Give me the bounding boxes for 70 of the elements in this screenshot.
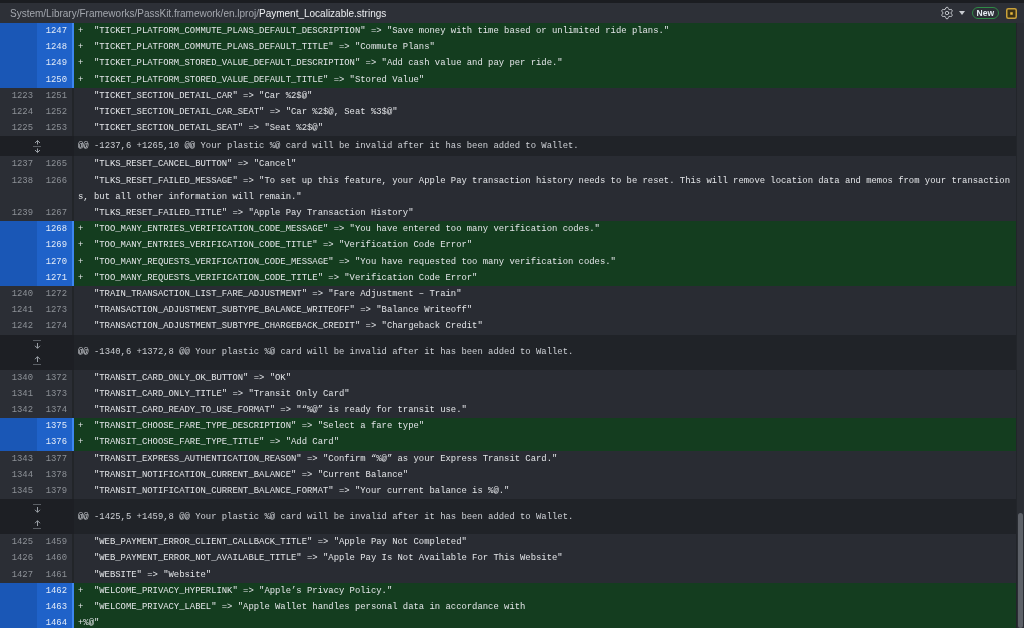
new-line-number: 1375 [37,418,74,435]
code-text: "TRANSIT_CARD_READY_TO_USE_FORMAT" => "“%@” is ready for transit use." [93,405,467,416]
code-text: "TICKET_PLATFORM_COMMUTE_PLANS_DEFAULT_TITLE" => "Commute Plans" [93,42,435,53]
plus-marker: + [78,584,85,598]
code-text: "TOO_MANY_ENTRIES_VERIFICATION_CODE_MESSAGE" => "You have entered too many verification codes." [93,224,600,235]
code-text: "TLKS_RESET_CANCEL_BUTTON" => "Cancel" [93,159,297,170]
caret-icon [958,11,965,15]
code-text: "WEBSITE" => "Website" [93,569,212,580]
hunk-header-text: @@ -1340,6 +1372,8 @@ Your plastic %@ card will be invalid after it has been added to Wallet. [78,347,574,358]
new-line-number: 1269 [37,237,74,254]
code-text: "TRANSIT_CHOOSE_FARE_TYPE_TITLE" => "Add Card" [93,437,339,448]
settings-button[interactable] [939,6,965,20]
plus-marker: + [78,25,85,38]
arrow-up-icon[interactable] [32,355,42,365]
new-line-number: 1376 [37,434,74,451]
code-text: "TLKS_RESET_FAILED_MESSAGE" => "To set up this feature, your Apple Pay transaction history needs to be reset. This will remove location data and memos from your transactions, but all other information will remain." [78,175,1011,202]
plus-marker: + [78,436,85,450]
code-text: "WELCOME_PRIVACY_HYPERLINK" => "Apple’s Privacy Policy." [93,585,393,596]
code-text: "TICKET_SECTION_DETAIL_CAR" => "Car %2$@" [93,90,313,101]
plus-marker: + [78,255,85,269]
unfold-icon[interactable] [32,139,42,153]
code-text: "TICKET_SECTION_DETAIL_CAR_SEAT" => "Car %2$@, Seat %3$@" [93,107,398,117]
arrow-up-icon[interactable] [32,520,42,530]
plus-marker: + [78,223,85,237]
code-text: +%@" [78,618,100,628]
scrollbar-track[interactable] [1016,23,1024,628]
code-text: "WEB_PAYMENT_ERROR_NOT_AVAILABLE_TITLE" => "Apple Pay Is Not Available For This Website" [93,553,563,564]
new-line-number: 1464 [37,615,74,628]
file-path: System/Library/Frameworks/PassKit.framework/en.lproj/Payment_Localizable.strings [10,7,387,19]
arrow-down-icon[interactable] [32,504,42,514]
hunk-header-text: @@ -1237,6 +1265,10 @@ Your plastic %@ card will be invalid after it has been added to Wallet. [78,141,579,152]
code-text: "TRANSIT_EXPRESS_AUTHENTICATION_REASON" => "Confirm “%@” as your Express Transit Card." [93,453,558,464]
new-line-number: 1268 [37,221,74,238]
plus-marker: + [78,420,85,434]
code-text: "TOO_MANY_REQUESTS_VERIFICATION_CODE_MESSAGE" => "You have requested too many verification codes." [93,256,616,267]
code-text: "TICKET_PLATFORM_STORED_VALUE_DEFAULT_DESCRIPTION" => "Add cash value and pay per ride." [93,58,563,69]
code-text: "TICKET_PLATFORM_COMMUTE_PLANS_DEFAULT_DESCRIPTION" => "Save money with time based or unlimited ride plans." [93,26,670,36]
new-line-number: 1249 [37,55,74,72]
code-text: "TRANSIT_CHOOSE_FARE_TYPE_DESCRIPTION" => "Select a fare type" [93,421,425,432]
line-number-gutter [0,221,37,238]
code-text: "TICKET_PLATFORM_STORED_VALUE_DEFAULT_TITLE" => "Stored Value" [93,74,425,85]
code-text: "WEB_PAYMENT_ERROR_CLIENT_CALLBACK_TITLE" => "Apple Pay Not Completed" [93,537,467,548]
plus-marker: + [78,57,85,71]
code-text: "TRANSACTION_ADJUSTMENT_SUBTYPE_BALANCE_WRITEOFF" => "Balance Writeoff" [93,305,473,316]
plus-marker: + [78,239,85,253]
hunk-header-text: @@ -1425,5 +1459,8 @@ Your plastic %@ card will be invalid after it has been added to Wallet. [78,511,574,522]
code-text: "TRANSIT_CARD_ONLY_OK_BUTTON" => "OK" [93,372,292,383]
code-text: "TLKS_RESET_FAILED_TITLE" => "Apple Pay Transaction History" [93,208,414,219]
code-text: "TICKET_SECTION_DETAIL_SEAT" => "Seat %2$@" [93,123,323,134]
code-text: "TRANSIT_CARD_ONLY_TITLE" => "Transit Only Card" [93,388,350,399]
new-line-number: 1248 [37,39,74,56]
line-number-gutter [0,418,37,435]
new-line-number: 1247 [37,23,74,40]
arrow-down-icon[interactable] [32,339,42,349]
code-text: "TRANSACTION_ADJUSTMENT_SUBTYPE_CHARGEBACK_CREDIT" => "Chargeback Credit" [93,321,483,332]
plus-marker: + [78,601,85,615]
code-text: "TRAIN_TRANSACTION_LIST_FARE_ADJUSTMENT" => "Fare Adjustment – Train" [93,289,462,300]
code-text: "TRANSIT_NOTIFICATION_CURRENT_BALANCE" => "Current Balance" [93,469,409,480]
code-text: "WELCOME_PRIVACY_LABEL" => "Apple Wallet handles personal data in accordance with [93,602,526,613]
plus-marker: + [78,41,85,55]
line-number-gutter [0,23,37,40]
code-text: "TOO_MANY_REQUESTS_VERIFICATION_CODE_TITLE" => "Verification Code Error" [93,272,478,283]
new-line-number: 1463 [37,599,74,616]
scrollbar-thumb[interactable] [1018,513,1023,628]
settings-icon [939,6,954,20]
plus-marker: + [78,271,85,285]
line-number-gutter [0,434,37,451]
code-text: "TRANSIT_NOTIFICATION_CURRENT_BALANCE_FORMAT" => "Your current balance is %@." [93,486,510,497]
plus-marker: + [78,73,85,87]
code-text: "TOO_MANY_ENTRIES_VERIFICATION_CODE_TITLE" => "Verification Code Error" [93,240,473,251]
